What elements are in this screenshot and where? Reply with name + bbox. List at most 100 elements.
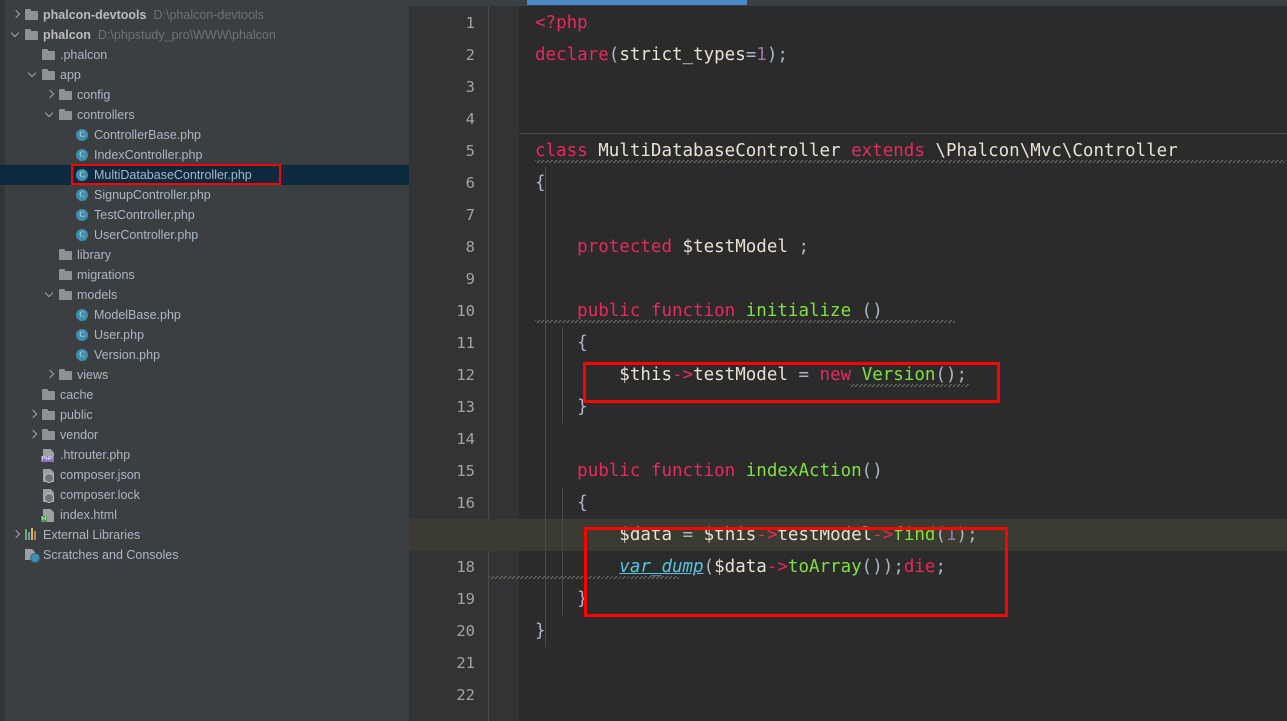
tree-item-label: phalcon-devtools [43, 8, 147, 22]
line-number[interactable]: 14 [409, 423, 489, 455]
tree-item-htrouter-php[interactable]: PHP .htrouter.php [0, 445, 409, 465]
line-number[interactable]: 8 [409, 231, 489, 263]
code-line[interactable]: declare(strict_types=1); [519, 39, 788, 71]
tree-item-index-html[interactable]: Hindex.html [0, 505, 409, 525]
php-class-letter: C [79, 210, 85, 219]
php-class-letter: C [79, 170, 85, 179]
folder-icon [57, 367, 75, 383]
tree-item-indexcontroller-php[interactable]: C IndexController.php [0, 145, 409, 165]
code-line[interactable]: public function indexAction() [519, 455, 883, 487]
line-number[interactable]: 22 [409, 679, 489, 711]
line-number[interactable]: 10 [409, 295, 489, 327]
code-line[interactable] [519, 71, 535, 103]
tree-item-version-php[interactable]: C Version.php [0, 345, 409, 365]
tree-item-public[interactable]: public [0, 405, 409, 425]
project-tree[interactable]: phalcon-devtools D:\phalcon-devtools phalc… [0, 5, 409, 565]
code-line[interactable] [519, 263, 535, 295]
line-number[interactable]: 20 [409, 615, 489, 647]
tree-item-models[interactable]: models [0, 285, 409, 305]
tree-item-phalcon[interactable]: .phalcon [0, 45, 409, 65]
tree-item-composer-json[interactable]: composer.json [0, 465, 409, 485]
project-tree-panel[interactable]: phalcon-devtools D:\phalcon-devtools phalc… [0, 0, 409, 721]
chevron-right-icon[interactable] [44, 365, 57, 385]
folder-icon [40, 67, 58, 83]
tree-item-vendor[interactable]: vendor [0, 425, 409, 445]
code-line[interactable]: <?php [519, 7, 588, 39]
code-line[interactable]: protected $testModel ; [519, 231, 809, 263]
chevron-right-icon[interactable] [10, 525, 23, 545]
line-number[interactable]: 5 [409, 135, 489, 167]
line-number[interactable]: 16 [409, 487, 489, 519]
tree-item-controllers[interactable]: controllers [0, 105, 409, 125]
tree-item-phalcon-devtools[interactable]: phalcon-devtools D:\phalcon-devtools [0, 5, 409, 25]
code-line[interactable] [519, 679, 535, 711]
tree-item-composer-lock[interactable]: composer.lock [0, 485, 409, 505]
inspection-squiggle [849, 384, 969, 387]
section-separator [519, 133, 1287, 134]
chevron-right-icon[interactable] [27, 405, 40, 425]
line-number[interactable]: 9 [409, 263, 489, 295]
code-line[interactable] [519, 103, 535, 135]
tree-item-config[interactable]: config [0, 85, 409, 105]
code-line[interactable]: { [519, 487, 588, 519]
chevron-down-icon[interactable] [44, 285, 57, 305]
line-number[interactable]: 19 [409, 583, 489, 615]
code-line[interactable]: } [519, 583, 588, 615]
line-number[interactable]: 21 [409, 647, 489, 679]
line-number[interactable]: 3 [409, 71, 489, 103]
line-number-gutter[interactable]: 12345678910111213141516171819202122 [409, 6, 489, 721]
code-line[interactable] [519, 647, 535, 679]
active-tab-indicator[interactable] [527, 0, 747, 5]
tree-item-usercontroller-php[interactable]: C UserController.php [0, 225, 409, 245]
php-class-letter: C [79, 130, 85, 139]
line-number[interactable]: 13 [409, 391, 489, 423]
code-line[interactable]: { [519, 327, 588, 359]
tree-item-phalcon[interactable]: phalcon D:\phpstudy_pro\WWW\phalcon [0, 25, 409, 45]
chevron-right-icon[interactable] [10, 5, 23, 25]
code-line[interactable]: $data = $this->testModel->find(1); [519, 519, 977, 551]
tree-item-signupcontroller-php[interactable]: C SignupController.php [0, 185, 409, 205]
line-number[interactable]: 4 [409, 103, 489, 135]
tree-item-migrations[interactable]: migrations [0, 265, 409, 285]
code-line[interactable] [519, 423, 535, 455]
chevron-down-icon[interactable] [10, 25, 23, 45]
library-bar [34, 531, 36, 540]
tree-item-modelbase-php[interactable]: C ModelBase.php [0, 305, 409, 325]
tree-item-label: migrations [77, 268, 135, 282]
tree-item-external-libraries[interactable]: External Libraries [0, 525, 409, 545]
line-number[interactable]: 18 [409, 551, 489, 583]
tree-item-testcontroller-php[interactable]: C TestController.php [0, 205, 409, 225]
code-line[interactable]: } [519, 391, 588, 423]
indent-guide [545, 167, 546, 647]
indent-guide [562, 487, 563, 615]
line-number[interactable]: 6 [409, 167, 489, 199]
line-number[interactable]: 11 [409, 327, 489, 359]
tree-item-multidatabasecontroller-php[interactable]: C MultiDatabaseController.php [0, 165, 409, 185]
chevron-down-icon[interactable] [27, 65, 40, 85]
tree-item-scratches-and-consoles[interactable]: Scratches and Consoles [0, 545, 409, 565]
folder-icon [57, 267, 75, 283]
line-number[interactable]: 15 [409, 455, 489, 487]
line-number[interactable]: 1 [409, 7, 489, 39]
tree-item-library[interactable]: library [0, 245, 409, 265]
line-number[interactable]: 2 [409, 39, 489, 71]
tree-item-views[interactable]: views [0, 365, 409, 385]
code-line[interactable]: { [519, 167, 546, 199]
line-number[interactable]: 12 [409, 359, 489, 391]
chevron-right-icon[interactable] [27, 425, 40, 445]
code-line[interactable] [519, 199, 535, 231]
code-text-area[interactable]: <?php declare(strict_types=1); class Multi… [409, 6, 1287, 721]
php-class-icon: C [74, 127, 92, 143]
chevron-right-icon[interactable] [44, 85, 57, 105]
code-line[interactable]: } [519, 615, 546, 647]
tree-item-cache[interactable]: cache [0, 385, 409, 405]
chevron-down-icon[interactable] [44, 105, 57, 125]
editor-panel[interactable]: 12345678910111213141516171819202122 <?ph… [409, 0, 1287, 721]
code-folding-strip[interactable] [489, 6, 591, 721]
tree-item-app[interactable]: app [0, 65, 409, 85]
line-number[interactable]: 7 [409, 199, 489, 231]
tree-item-user-php[interactable]: C User.php [0, 325, 409, 345]
tree-item-controllerbase-php[interactable]: C ControllerBase.php [0, 125, 409, 145]
